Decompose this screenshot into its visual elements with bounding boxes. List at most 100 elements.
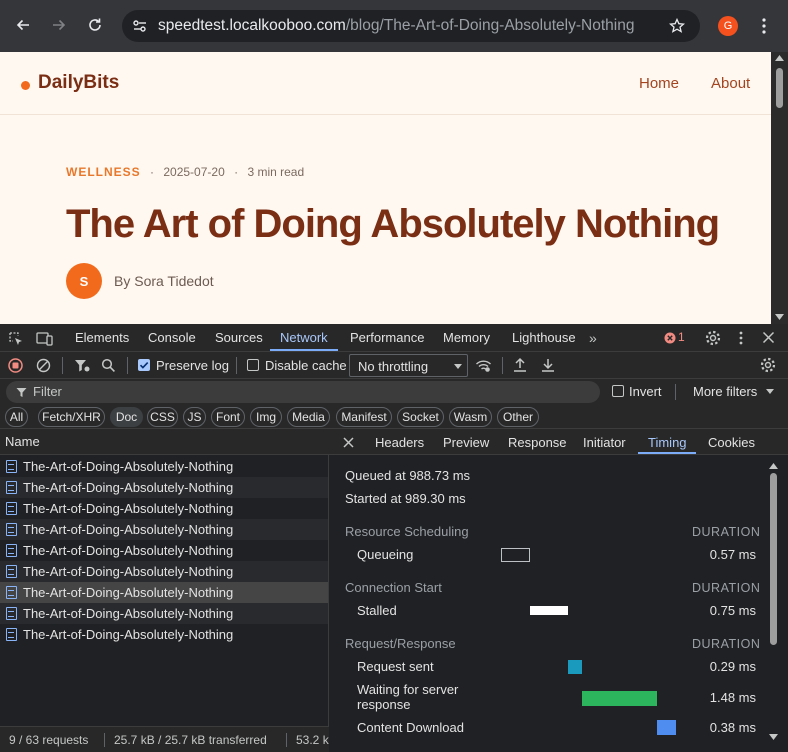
more-tabs-icon[interactable]: » bbox=[589, 330, 597, 346]
export-har-icon[interactable] bbox=[541, 357, 555, 376]
devtools-menu-icon[interactable] bbox=[738, 331, 744, 348]
timing-label: Content Download bbox=[357, 720, 464, 735]
forward-icon[interactable] bbox=[45, 11, 73, 39]
filter-funnel-icon[interactable] bbox=[74, 358, 90, 376]
type-filter-other[interactable]: Other bbox=[497, 407, 539, 427]
type-filter-font[interactable]: Font bbox=[211, 407, 245, 427]
request-row-selected[interactable]: The-Art-of-Doing-Absolutely-Nothing bbox=[0, 582, 328, 603]
request-row[interactable]: The-Art-of-Doing-Absolutely-Nothing bbox=[0, 477, 328, 498]
page-scrollbar[interactable] bbox=[771, 52, 788, 324]
site-header: DailyBits Home About bbox=[0, 52, 771, 115]
request-row[interactable]: The-Art-of-Doing-Absolutely-Nothing bbox=[0, 603, 328, 624]
document-icon bbox=[6, 544, 17, 557]
request-row[interactable]: The-Art-of-Doing-Absolutely-Nothing bbox=[0, 540, 328, 561]
section-title: Request/Response bbox=[345, 636, 456, 651]
type-filter-css[interactable]: CSS bbox=[147, 407, 178, 427]
clear-icon[interactable] bbox=[36, 358, 51, 376]
detail-scrollbar-thumb[interactable] bbox=[770, 473, 777, 645]
profile-avatar[interactable]: G bbox=[718, 16, 738, 36]
site-settings-icon[interactable] bbox=[132, 18, 148, 39]
duration-header: DURATION bbox=[692, 525, 761, 539]
nav-home-link[interactable]: Home bbox=[639, 75, 679, 92]
more-filters-button[interactable]: More filters bbox=[693, 384, 757, 399]
post-title: The Art of Doing Absolutely Nothing bbox=[66, 202, 720, 246]
disable-cache-label[interactable]: Disable cache bbox=[265, 358, 347, 373]
request-row[interactable]: The-Art-of-Doing-Absolutely-Nothing bbox=[0, 561, 328, 582]
invert-label[interactable]: Invert bbox=[629, 384, 662, 399]
detail-tab-bar: Headers Preview Response Initiator Timin… bbox=[329, 429, 788, 455]
throttling-select[interactable]: No throttling bbox=[349, 354, 468, 377]
disable-cache-checkbox[interactable] bbox=[247, 359, 259, 371]
request-row[interactable]: The-Art-of-Doing-Absolutely-Nothing bbox=[0, 456, 328, 477]
request-detail-panel: Headers Preview Response Initiator Timin… bbox=[329, 429, 788, 752]
name-header-label: Name bbox=[5, 434, 40, 449]
address-bar[interactable]: speedtest.localkooboo.com/blog/The-Art-o… bbox=[122, 10, 700, 42]
tab-lighthouse[interactable]: Lighthouse bbox=[512, 330, 576, 345]
close-detail-icon[interactable] bbox=[343, 436, 354, 451]
device-toolbar-icon[interactable] bbox=[36, 331, 54, 350]
post-category[interactable]: WELLNESS bbox=[66, 165, 141, 179]
name-column-header[interactable]: Name bbox=[0, 429, 329, 455]
type-filter-socket[interactable]: Socket bbox=[397, 407, 444, 427]
tab-sources[interactable]: Sources bbox=[215, 330, 263, 345]
type-filter-all[interactable]: All bbox=[5, 407, 28, 427]
request-name: The-Art-of-Doing-Absolutely-Nothing bbox=[23, 627, 234, 642]
tab-preview[interactable]: Preview bbox=[443, 435, 489, 450]
request-name: The-Art-of-Doing-Absolutely-Nothing bbox=[23, 543, 234, 558]
nav-about-link[interactable]: About bbox=[711, 75, 750, 92]
close-devtools-icon[interactable] bbox=[762, 331, 775, 347]
meta-separator: · bbox=[150, 165, 155, 179]
request-row[interactable]: The-Art-of-Doing-Absolutely-Nothing bbox=[0, 624, 328, 645]
error-icon[interactable] bbox=[664, 332, 676, 347]
network-settings-gear-icon[interactable] bbox=[760, 357, 776, 376]
invert-checkbox[interactable] bbox=[612, 385, 624, 397]
timing-value: 0.75 ms bbox=[709, 603, 756, 618]
type-filter-wasm[interactable]: Wasm bbox=[449, 407, 492, 427]
tab-console[interactable]: Console bbox=[148, 330, 196, 345]
post-date: 2025-07-20 bbox=[163, 165, 225, 179]
site-logo[interactable]: DailyBits bbox=[38, 72, 119, 94]
import-har-icon[interactable] bbox=[513, 357, 527, 376]
record-stop-icon[interactable] bbox=[8, 358, 23, 376]
preserve-log-label[interactable]: Preserve log bbox=[156, 358, 229, 373]
preserve-log-checkbox[interactable] bbox=[138, 359, 150, 371]
tab-response[interactable]: Response bbox=[508, 435, 567, 450]
tab-network[interactable]: Network bbox=[280, 330, 328, 345]
error-count[interactable]: 1 bbox=[678, 330, 685, 344]
type-filter-img[interactable]: Img bbox=[250, 407, 282, 427]
network-conditions-icon[interactable] bbox=[475, 358, 492, 376]
tab-timing[interactable]: Timing bbox=[648, 435, 687, 450]
toolbar-divider bbox=[675, 384, 676, 400]
timing-bar-content-download bbox=[657, 720, 676, 735]
tab-cookies[interactable]: Cookies bbox=[708, 435, 755, 450]
settings-gear-icon[interactable] bbox=[705, 330, 721, 349]
inspect-element-icon[interactable] bbox=[8, 331, 24, 350]
type-filter-js[interactable]: JS bbox=[183, 407, 206, 427]
duration-header: DURATION bbox=[692, 581, 761, 595]
search-icon[interactable] bbox=[101, 358, 116, 376]
request-row[interactable]: The-Art-of-Doing-Absolutely-Nothing bbox=[0, 498, 328, 519]
tab-headers[interactable]: Headers bbox=[375, 435, 424, 450]
browser-menu-icon[interactable] bbox=[760, 18, 768, 39]
request-name: The-Art-of-Doing-Absolutely-Nothing bbox=[23, 585, 234, 600]
url-text[interactable]: speedtest.localkooboo.com/blog/The-Art-o… bbox=[158, 17, 634, 35]
type-filter-doc[interactable]: Doc bbox=[110, 407, 143, 427]
back-icon[interactable] bbox=[9, 11, 37, 39]
timing-bar-queueing bbox=[501, 548, 530, 562]
tab-performance[interactable]: Performance bbox=[350, 330, 424, 345]
tab-elements[interactable]: Elements bbox=[75, 330, 129, 345]
type-filter-manifest[interactable]: Manifest bbox=[336, 407, 392, 427]
section-title: Connection Start bbox=[345, 580, 442, 595]
detail-scrollbar[interactable] bbox=[769, 463, 778, 748]
page-scrollbar-thumb[interactable] bbox=[776, 68, 783, 108]
filter-input[interactable]: Filter bbox=[6, 381, 600, 403]
tab-memory[interactable]: Memory bbox=[443, 330, 490, 345]
meta-separator: · bbox=[234, 165, 239, 179]
request-row[interactable]: The-Art-of-Doing-Absolutely-Nothing bbox=[0, 519, 328, 540]
type-filter-fetch-xhr[interactable]: Fetch/XHR bbox=[38, 407, 105, 427]
type-filter-media[interactable]: Media bbox=[287, 407, 330, 427]
tab-initiator[interactable]: Initiator bbox=[583, 435, 626, 450]
toolbar-divider bbox=[502, 357, 503, 374]
reload-icon[interactable] bbox=[81, 11, 109, 39]
bookmark-star-icon[interactable] bbox=[668, 17, 686, 39]
